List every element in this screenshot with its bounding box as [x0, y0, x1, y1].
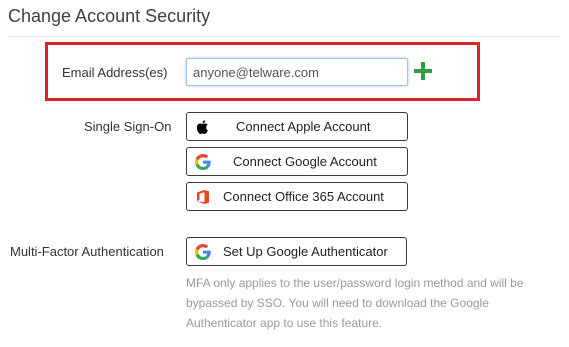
connect-office365-button[interactable]: Connect Office 365 Account — [186, 182, 408, 211]
add-email-button[interactable] — [412, 60, 434, 82]
mfa-help-text: MFA only applies to the user/password lo… — [186, 276, 524, 330]
connect-google-button[interactable]: Connect Google Account — [186, 147, 408, 176]
setup-google-authenticator-label: Set Up Google Authenticator — [223, 244, 388, 259]
page-title: Change Account Security — [8, 6, 211, 26]
setup-google-authenticator-button[interactable]: Set Up Google Authenticator — [186, 237, 407, 266]
sso-label: Single Sign-On — [84, 119, 172, 134]
mfa-label: Multi-Factor Authentication — [10, 244, 164, 259]
connect-apple-button[interactable]: Connect Apple Account — [186, 112, 408, 141]
google-icon — [195, 244, 211, 260]
apple-icon — [196, 120, 208, 135]
connect-office365-label: Connect Office 365 Account — [223, 189, 384, 204]
connect-google-label: Connect Google Account — [233, 154, 377, 169]
email-label: Email Address(es) — [62, 65, 168, 80]
title-divider — [8, 36, 560, 37]
account-security-page: Change Account Security Email Address(es… — [0, 0, 569, 347]
google-icon — [195, 154, 211, 170]
connect-apple-label: Connect Apple Account — [236, 119, 371, 134]
office-365-icon — [197, 190, 209, 204]
email-field[interactable] — [186, 58, 408, 86]
